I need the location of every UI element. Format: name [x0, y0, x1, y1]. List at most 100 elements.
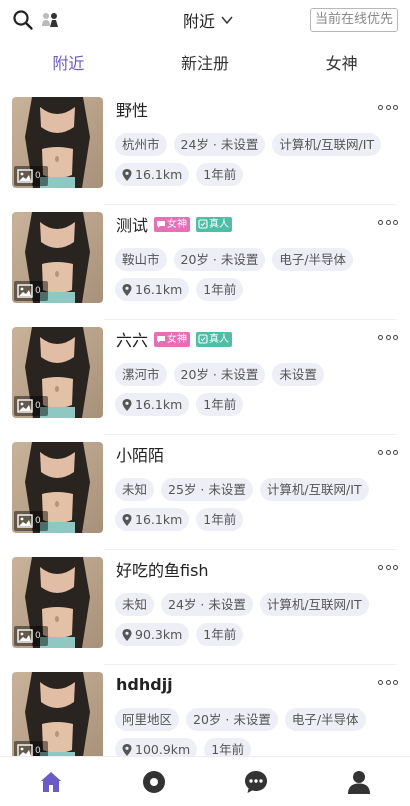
photo-count-badge: 0	[14, 166, 48, 186]
tag-row: 未知 25岁 · 未设置 计算机/互联网/IT	[115, 478, 369, 501]
gender-filter-icon[interactable]	[40, 10, 60, 30]
distance-tag: 16.1km	[115, 393, 190, 416]
tab-goddess[interactable]: 女神	[273, 44, 410, 84]
photo-count: 0	[35, 746, 41, 756]
user-avatar[interactable]: 0	[12, 442, 103, 533]
search-icon[interactable]	[12, 9, 34, 31]
user-list-item[interactable]: 0 测试 女神 真人 鞍山市 20岁 · 未设置 电子/半导体 16.1km 1…	[0, 205, 410, 320]
goddess-badge: 女神	[154, 331, 191, 347]
photo-count-badge: 0	[14, 281, 48, 301]
chat-bubble-icon	[157, 336, 166, 343]
occupation-tag: 电子/半导体	[272, 248, 354, 271]
age-tag: 20岁 · 未设置	[173, 248, 266, 271]
last-active-tag: 1年前	[196, 623, 244, 646]
distance-tag: 16.1km	[115, 508, 190, 531]
more-options-icon[interactable]	[378, 218, 398, 226]
meta-row: 16.1km 1年前	[115, 163, 244, 186]
user-name: 小陌陌	[116, 446, 165, 465]
city-tag: 未知	[115, 478, 155, 501]
occupation-tag: 未设置	[272, 363, 324, 386]
tab-nearby[interactable]: 附近	[0, 44, 137, 84]
user-avatar[interactable]: 0	[12, 557, 103, 648]
profile-icon	[347, 770, 370, 794]
name-row: hdhdjj	[116, 673, 173, 695]
occupation-tag: 计算机/互联网/IT	[259, 593, 369, 616]
image-icon	[17, 514, 33, 528]
user-name: 野性	[116, 101, 149, 120]
user-name: 好吃的鱼fish	[116, 561, 209, 580]
nav-profile[interactable]	[308, 757, 410, 806]
tag-row: 杭州市 24岁 · 未设置 计算机/互联网/IT	[115, 133, 382, 156]
age-tag: 20岁 · 未设置	[173, 363, 266, 386]
tag-row: 鞍山市 20岁 · 未设置 电子/半导体	[115, 248, 354, 271]
goddess-badge: 女神	[154, 216, 191, 232]
user-avatar[interactable]: 0	[12, 327, 103, 418]
photo-count: 0	[35, 286, 41, 296]
user-name: 六六	[116, 331, 149, 350]
location-dropdown[interactable]: 附近	[183, 9, 235, 31]
user-list-item[interactable]: 0 野性 杭州市 24岁 · 未设置 计算机/互联网/IT 16.1km 1年前	[0, 90, 410, 205]
photo-count-badge: 0	[14, 396, 48, 416]
more-options-icon[interactable]	[378, 448, 398, 456]
home-icon	[41, 771, 62, 792]
tag-row: 漯河市 20岁 · 未设置 未设置	[115, 363, 324, 386]
city-tag: 阿里地区	[115, 708, 180, 731]
name-row: 好吃的鱼fish	[116, 558, 209, 580]
user-name: hdhdjj	[116, 674, 173, 694]
real-person-badge: 真人	[196, 331, 233, 347]
image-icon	[17, 284, 33, 298]
user-list-item[interactable]: 0 小陌陌 未知 25岁 · 未设置 计算机/互联网/IT 16.1km 1年前	[0, 435, 410, 550]
name-row: 小陌陌	[116, 443, 164, 465]
meta-row: 16.1km 1年前	[115, 393, 244, 416]
location-pin-icon	[122, 398, 132, 411]
user-avatar[interactable]: 0	[12, 212, 103, 303]
occupation-tag: 计算机/互联网/IT	[259, 478, 369, 501]
occupation-tag: 电子/半导体	[284, 708, 366, 731]
tab-bar: 附近 新注册 女神	[0, 44, 410, 84]
nav-messages[interactable]	[205, 757, 308, 806]
tab-new-registered[interactable]: 新注册	[137, 44, 274, 84]
discover-icon	[142, 770, 165, 793]
user-avatar[interactable]: 0	[12, 97, 103, 188]
user-name: 测试	[116, 216, 149, 235]
top-bar: 附近 当前在线优先	[0, 0, 410, 40]
meta-row: 16.1km 1年前	[115, 508, 244, 531]
city-tag: 未知	[115, 593, 155, 616]
image-icon	[17, 629, 33, 643]
photo-count: 0	[35, 516, 41, 526]
distance-tag: 16.1km	[115, 163, 190, 186]
photo-count-badge: 0	[14, 626, 48, 646]
photo-count-badge: 0	[14, 511, 48, 531]
city-tag: 杭州市	[115, 133, 167, 156]
distance-tag: 90.3km	[115, 623, 190, 646]
occupation-tag: 计算机/互联网/IT	[272, 133, 382, 156]
verified-icon	[198, 219, 208, 229]
location-pin-icon	[122, 513, 132, 526]
more-options-icon[interactable]	[378, 563, 398, 571]
location-pin-icon	[122, 283, 132, 296]
chat-bubble-icon	[157, 221, 166, 228]
more-options-icon[interactable]	[378, 333, 398, 341]
user-list: 0 野性 杭州市 24岁 · 未设置 计算机/互联网/IT 16.1km 1年前	[0, 90, 410, 780]
verified-icon	[198, 334, 208, 344]
bottom-nav	[0, 756, 410, 806]
age-tag: 20岁 · 未设置	[186, 708, 278, 731]
real-person-badge: 真人	[196, 216, 233, 232]
last-active-tag: 1年前	[196, 393, 244, 416]
age-tag: 24岁 · 未设置	[161, 593, 253, 616]
user-list-item[interactable]: 0 好吃的鱼fish 未知 24岁 · 未设置 计算机/互联网/IT 90.3k…	[0, 550, 410, 665]
last-active-tag: 1年前	[196, 278, 244, 301]
distance-tag: 16.1km	[115, 278, 190, 301]
nav-discover[interactable]	[103, 757, 206, 806]
location-title: 附近	[183, 12, 216, 31]
name-row: 测试 女神 真人	[116, 213, 233, 235]
image-icon	[17, 399, 33, 413]
last-active-tag: 1年前	[196, 163, 244, 186]
online-priority-button[interactable]: 当前在线优先	[309, 8, 398, 32]
user-list-item[interactable]: 0 六六 女神 真人 漯河市 20岁 · 未设置 未设置 16.1km 1年前	[0, 320, 410, 435]
more-options-icon[interactable]	[378, 678, 398, 686]
user-avatar[interactable]: 0	[12, 672, 103, 763]
nav-home[interactable]	[0, 757, 103, 806]
chevron-down-icon	[221, 16, 233, 25]
more-options-icon[interactable]	[378, 103, 398, 111]
